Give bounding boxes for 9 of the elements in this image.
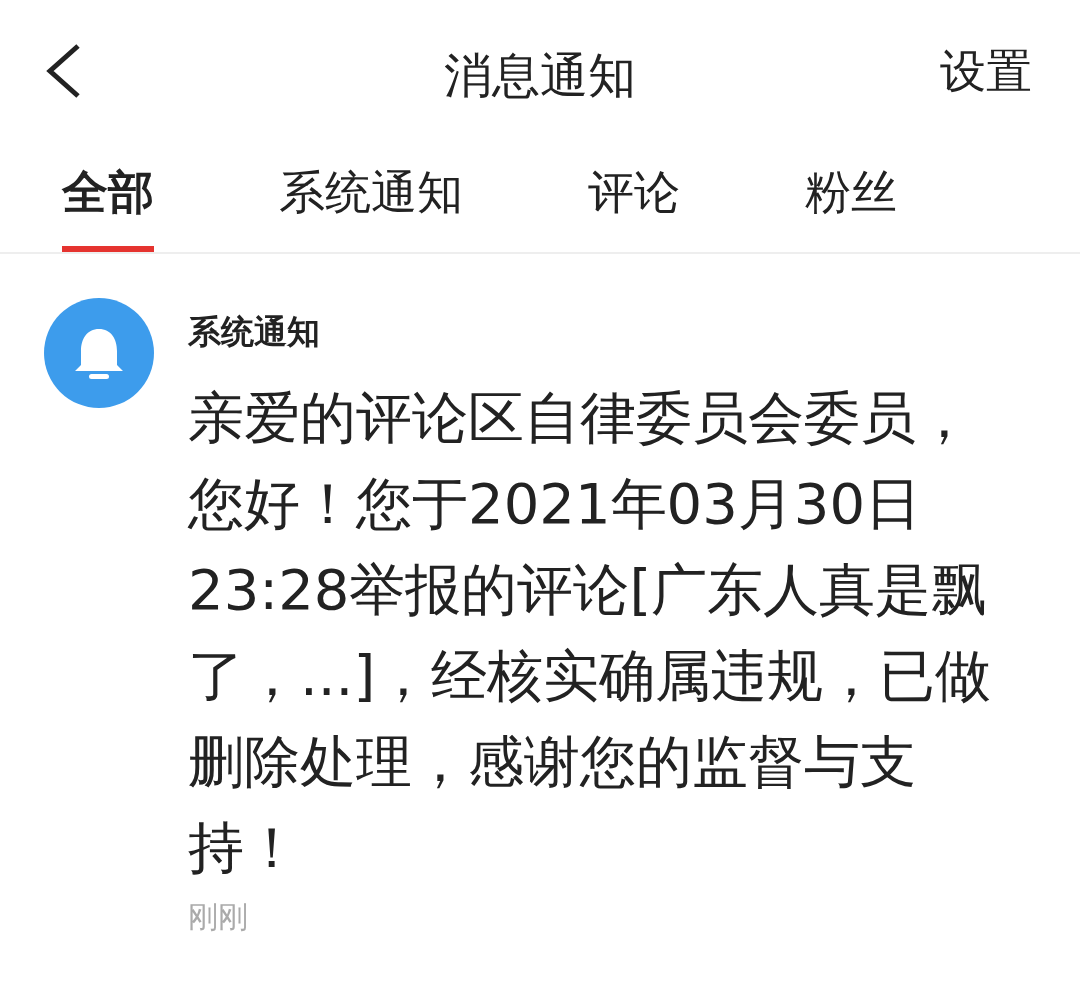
tab[interactable]: 评论 bbox=[588, 150, 680, 252]
timestamp: 刚刚 bbox=[188, 898, 249, 936]
message-text: 亲爱的评论区自律委员会委员，您好！您于2021年03月30日23:28举报的评论[广东人真是飘了，...]，经核实确属违规，已做删除处理，感谢您的监督与支持！ bbox=[188, 384, 993, 882]
tab[interactable]: 全部 bbox=[62, 150, 154, 252]
tab[interactable]: 粉丝 bbox=[805, 150, 897, 252]
settings-button[interactable]: 设置 bbox=[940, 41, 1032, 103]
tab[interactable]: 系统通知 bbox=[279, 150, 463, 252]
sender-name: 系统通知 bbox=[188, 311, 321, 353]
page-title: 消息通知 bbox=[444, 46, 636, 105]
